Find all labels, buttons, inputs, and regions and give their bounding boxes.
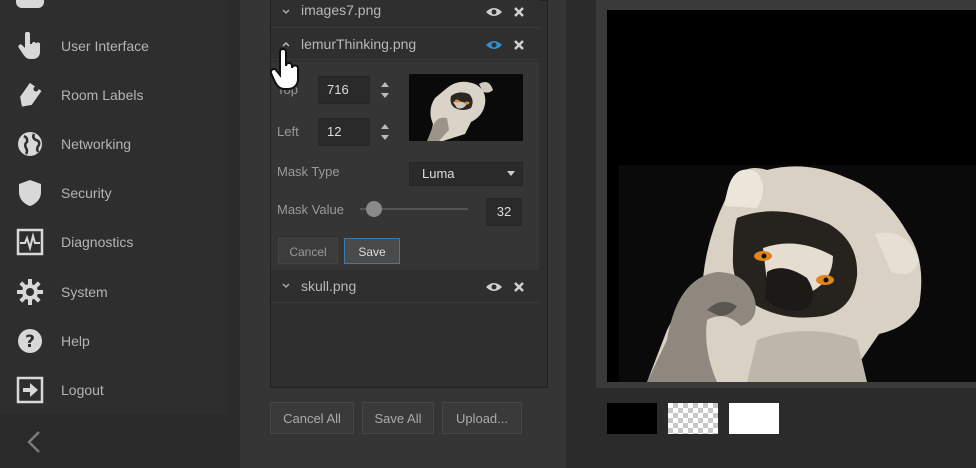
hand-pointer-icon: [15, 31, 45, 61]
sidebar-item-user-interface[interactable]: User Interface: [0, 21, 228, 70]
gear-icon: [15, 277, 45, 307]
pulse-icon: [15, 227, 45, 257]
lemur-image: [607, 10, 976, 382]
hand-cursor-icon: [270, 48, 299, 90]
sidebar-item-label: Diagnostics: [61, 233, 134, 250]
sidebar-item-help[interactable]: ? Help: [0, 316, 228, 365]
left-stepper[interactable]: [378, 118, 392, 146]
transparent-background-swatch[interactable]: [668, 403, 718, 434]
left-label: Left: [277, 124, 299, 139]
layer-thumbnail: [409, 74, 523, 141]
mask-type-value: Luma: [422, 166, 455, 181]
layer-row-skull[interactable]: skull.png: [271, 271, 539, 303]
sidebar-item-logout[interactable]: Logout: [0, 365, 228, 414]
shield-icon: [15, 178, 45, 208]
left-input[interactable]: 12: [318, 118, 370, 146]
sidebar-item-security[interactable]: Security: [0, 168, 228, 217]
close-icon[interactable]: [513, 39, 525, 51]
globe-icon: [15, 129, 45, 159]
save-button[interactable]: Save: [344, 238, 400, 264]
svg-text:?: ?: [25, 332, 35, 352]
sidebar: User Interface Room Labels Networking Se…: [0, 0, 228, 468]
sidebar-item-label: Networking: [61, 135, 132, 152]
sidebar-item-label: Help: [61, 332, 90, 349]
upload-button[interactable]: Upload...: [442, 402, 522, 434]
chevron-down-icon[interactable]: [281, 281, 291, 291]
chevron-left-icon[interactable]: [22, 428, 46, 456]
sidebar-item-label: Room Labels: [61, 86, 144, 103]
sidebar-item-label: Security: [61, 184, 112, 201]
cancel-all-button[interactable]: Cancel All: [270, 402, 354, 434]
eye-icon[interactable]: [485, 6, 503, 18]
caret-down-icon: [507, 171, 515, 176]
layer-name: skull.png: [301, 278, 357, 294]
sidebar-item-label: System: [61, 283, 108, 300]
sidebar-item-system[interactable]: System: [0, 267, 228, 316]
eye-icon[interactable]: [485, 39, 503, 51]
question-icon: ?: [15, 326, 45, 356]
sidebar-item-label: User Interface: [61, 37, 149, 54]
black-background-swatch[interactable]: [607, 403, 657, 434]
top-input[interactable]: 716: [318, 76, 370, 104]
top-stepper[interactable]: [378, 76, 392, 104]
sidebar-item-networking[interactable]: Networking: [0, 119, 228, 168]
save-all-button[interactable]: Save All: [362, 402, 434, 434]
layer-name: lemurThinking.png: [301, 36, 417, 52]
partial-nav-icon: [16, 0, 44, 8]
mask-type-label: Mask Type: [277, 164, 340, 179]
logout-icon: [15, 375, 45, 405]
sidebar-item-diagnostics[interactable]: Diagnostics: [0, 217, 228, 266]
sidebar-item-label: Logout: [61, 381, 104, 398]
layer-name: images7.png: [301, 2, 382, 18]
mask-value-label: Mask Value: [277, 202, 344, 217]
eye-icon[interactable]: [485, 281, 503, 293]
close-icon[interactable]: [513, 6, 525, 18]
preview-canvas[interactable]: [607, 10, 976, 382]
sidebar-item-room-labels[interactable]: Room Labels: [0, 70, 228, 119]
tag-icon: [15, 80, 45, 110]
close-icon[interactable]: [513, 281, 525, 293]
layer-row-images7[interactable]: images7.png: [271, 0, 539, 28]
layer-row-lemurthinking[interactable]: lemurThinking.png: [271, 30, 539, 60]
chevron-down-icon[interactable]: [281, 7, 291, 17]
mask-value-slider-thumb[interactable]: [366, 201, 382, 217]
mask-value-input[interactable]: 32: [486, 198, 522, 226]
cancel-button[interactable]: Cancel: [278, 238, 338, 264]
white-background-swatch[interactable]: [729, 403, 779, 434]
mask-type-select[interactable]: Luma: [409, 162, 523, 186]
